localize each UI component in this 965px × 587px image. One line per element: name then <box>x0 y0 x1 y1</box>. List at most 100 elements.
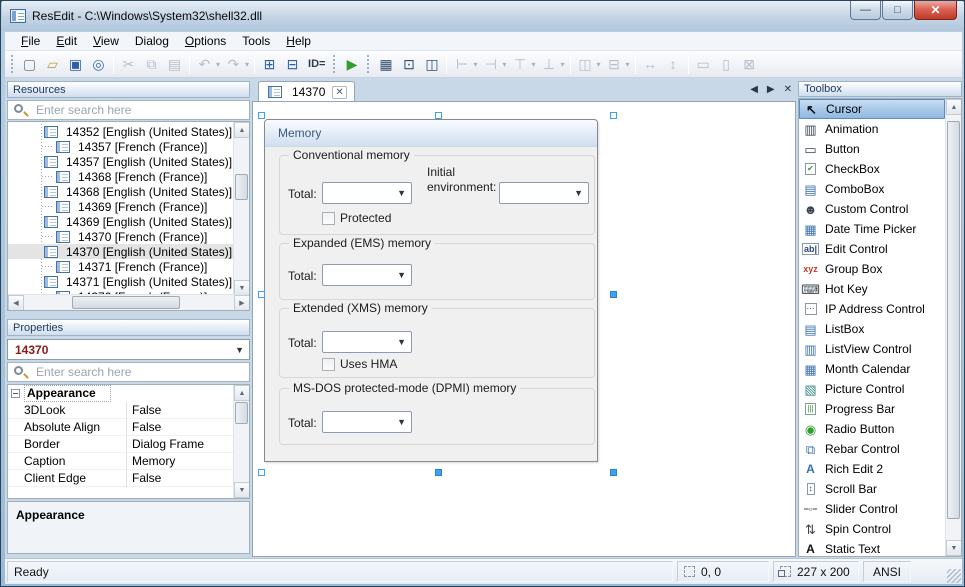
scroll-up-icon[interactable]: ▲ <box>234 385 250 401</box>
selection-handle-top-center[interactable] <box>435 112 442 119</box>
resource-tree-item[interactable]: 14370 [French (France)] <box>8 229 234 244</box>
property-row[interactable]: Border Dialog Frame <box>8 436 234 453</box>
save-icon[interactable]: ▣ <box>64 53 87 75</box>
grid-icon[interactable]: ▦ <box>374 53 397 75</box>
selection-handle-top-left[interactable] <box>258 112 265 119</box>
scrollbar-thumb[interactable] <box>72 296 180 309</box>
dialog-preview-title-bar[interactable]: Memory <box>265 120 597 147</box>
redo-icon[interactable]: ↷ <box>222 53 245 75</box>
toolbox-item-radio-button[interactable]: ◉ Radio Button <box>799 419 945 439</box>
resources-vertical-scrollbar[interactable]: ▲ ▼ <box>233 122 249 296</box>
center-vertical-icon[interactable]: ⊟ <box>603 53 626 75</box>
paste-icon[interactable]: ▤ <box>163 53 186 75</box>
total-combobox[interactable]: ▼ <box>322 182 412 204</box>
selection-handle-top-right[interactable] <box>610 112 617 119</box>
toolbox-item-combobox[interactable]: ▤ ComboBox <box>799 179 945 199</box>
resource-tree-item[interactable]: 14368 [English (United States)] <box>8 184 234 199</box>
toolbox-item-spin-control[interactable]: ⇅ Spin Control <box>799 519 945 539</box>
toolbox-vertical-scrollbar[interactable]: ▲ ▼ <box>945 99 961 556</box>
scroll-left-icon[interactable]: ◀ <box>8 295 24 311</box>
tab-list-close-icon[interactable]: ✕ <box>784 84 792 95</box>
dropdown-arrow-icon[interactable]: ▾ <box>626 60 630 69</box>
selection-handle-bottom-center[interactable] <box>435 469 442 476</box>
properties-search-input[interactable] <box>34 364 245 380</box>
dropdown-arrow-icon[interactable]: ▾ <box>597 60 601 69</box>
dropdown-arrow-icon[interactable]: ▾ <box>502 60 506 69</box>
selection-handle-bottom-left[interactable] <box>258 469 265 476</box>
menu-tools[interactable]: Tools <box>234 33 278 49</box>
minimize-button[interactable]: — <box>850 1 881 20</box>
scrollbar-thumb[interactable] <box>235 402 248 424</box>
scroll-right-icon[interactable]: ▶ <box>234 295 250 311</box>
properties-search-box[interactable] <box>7 362 250 382</box>
group-box-conventional-memory[interactable]: Conventional memory Total: ▼ Initialenvi… <box>279 155 595 235</box>
toolbox-item-checkbox[interactable]: ✔ CheckBox <box>799 159 945 179</box>
resource-tree-item[interactable]: 14371 [French (France)] <box>8 259 234 274</box>
align-right-icon[interactable]: ⊣ <box>479 53 502 75</box>
toolbox-item-listview[interactable]: ▥ ListView Control <box>799 339 945 359</box>
toolbox-item-listbox[interactable]: ▤ ListBox <box>799 319 945 339</box>
resource-tree-item[interactable]: 14369 [English (United States)] <box>8 214 234 229</box>
toolbox-item-animation[interactable]: ▥ Animation <box>799 119 945 139</box>
total-combobox[interactable]: ▼ <box>322 264 412 286</box>
toolbox-item-month-calendar[interactable]: ▦ Month Calendar <box>799 359 945 379</box>
copy-icon[interactable]: ⧉ <box>140 53 163 75</box>
dialog-editor-icon[interactable]: ⊞ <box>258 53 281 75</box>
scrollbar-thumb[interactable] <box>235 174 248 200</box>
property-row[interactable]: 3DLook False <box>8 402 234 419</box>
toolbox-item-group-box[interactable]: xyz Group Box <box>799 259 945 279</box>
restore-button[interactable]: □ <box>882 1 913 20</box>
size-height-icon[interactable]: ▯ <box>715 53 738 75</box>
properties-vertical-scrollbar[interactable]: ▲ ▼ <box>233 385 249 498</box>
menu-file[interactable]: File <box>13 33 48 49</box>
undo-icon[interactable]: ↶ <box>193 53 216 75</box>
group-box-ems-memory[interactable]: Expanded (EMS) memory Total: ▼ <box>279 243 595 300</box>
toolbox-item-button[interactable]: ▭ Button <box>799 139 945 159</box>
toolbox-item-rich-edit-2[interactable]: A Rich Edit 2 <box>799 459 945 479</box>
tab-close-icon[interactable]: ✕ <box>332 86 346 99</box>
menu-view[interactable]: View <box>85 33 127 49</box>
toolbox-item-scroll-bar[interactable]: ↕ Scroll Bar <box>799 479 945 499</box>
toolbox-item-slider-control[interactable]: −▫− Slider Control <box>799 499 945 519</box>
group-box-dpmi-memory[interactable]: MS-DOS protected-mode (DPMI) memory Tota… <box>279 388 595 445</box>
property-group-row[interactable]: Appearance <box>8 385 249 402</box>
resources-search-box[interactable] <box>7 100 250 120</box>
toolbox-item-ip-address[interactable]: ⋯ IP Address Control <box>799 299 945 319</box>
dialog-editor-canvas[interactable]: Memory Conventional memory Total: ▼ Init… <box>252 101 796 557</box>
selection-handle-middle-right[interactable] <box>610 291 617 298</box>
align-bottom-icon[interactable]: ⊥ <box>538 53 561 75</box>
dropdown-arrow-icon[interactable]: ▾ <box>532 60 536 69</box>
resource-tree-item[interactable]: 14357 [English (United States)] <box>8 154 234 169</box>
same-width-icon[interactable]: ↔ <box>639 53 662 75</box>
scroll-up-icon[interactable]: ▲ <box>946 99 962 115</box>
total-combobox[interactable]: ▼ <box>322 411 412 433</box>
collapse-icon[interactable] <box>11 389 20 398</box>
chevron-down-icon[interactable]: ▼ <box>235 345 244 355</box>
menu-help[interactable]: Help <box>278 33 319 49</box>
scrollbar-thumb[interactable] <box>947 121 960 519</box>
protected-checkbox[interactable]: Protected <box>322 211 391 225</box>
resource-properties-icon[interactable]: ⊟ <box>281 53 304 75</box>
menu-edit[interactable]: Edit <box>48 33 85 49</box>
resource-tree-item[interactable]: 14352 [English (United States)] <box>8 124 234 139</box>
panel-splitter[interactable] <box>7 311 250 319</box>
toolbox-item-date-time-picker[interactable]: ▦ Date Time Picker <box>799 219 945 239</box>
toolbox-item-progress-bar[interactable]: ||| Progress Bar <box>799 399 945 419</box>
menu-dialog[interactable]: Dialog <box>127 33 177 49</box>
property-row[interactable]: Absolute Align False <box>8 419 234 436</box>
tab-scroll-right-icon[interactable]: ▶ <box>767 84 775 95</box>
center-horizontal-icon[interactable]: ◫ <box>574 53 597 75</box>
resources-search-input[interactable] <box>34 102 245 118</box>
resize-grip[interactable] <box>947 569 961 583</box>
tab-scroll-left-icon[interactable]: ◀ <box>750 84 758 95</box>
property-row[interactable]: Caption Memory <box>8 453 234 470</box>
initial-environment-combobox[interactable]: ▼ <box>499 182 589 204</box>
resource-tree-item[interactable]: 14371 [English (United States)] <box>8 274 234 289</box>
selection-handle-middle-left[interactable] <box>258 291 265 298</box>
title-bar[interactable]: ResEdit - C:\Windows\System32\shell32.dl… <box>2 1 965 31</box>
scroll-down-icon[interactable]: ▼ <box>234 482 250 498</box>
toolbox-item-hot-key[interactable]: ⌨ Hot Key <box>799 279 945 299</box>
total-combobox[interactable]: ▼ <box>322 331 412 353</box>
menu-options[interactable]: Options <box>177 33 234 49</box>
toolbox-item-custom-control[interactable]: ☻ Custom Control <box>799 199 945 219</box>
